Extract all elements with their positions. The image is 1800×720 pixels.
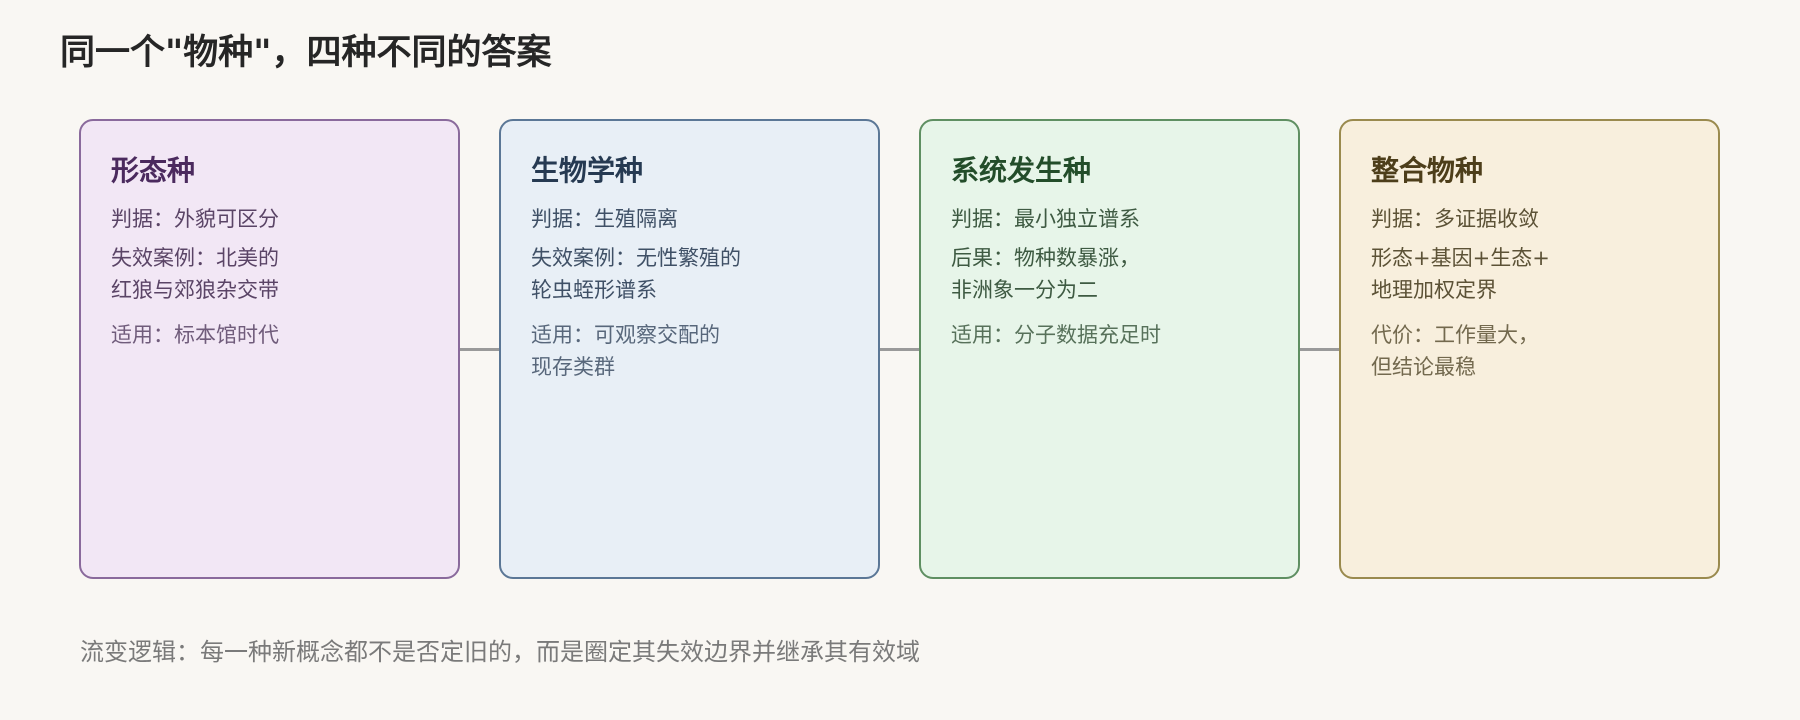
card-detail: 失效案例：无性繁殖的 轮虫蛭形谱系 bbox=[531, 246, 741, 302]
card-criterion: 判据：多证据收敛 bbox=[1371, 207, 1539, 231]
card-criterion: 判据：最小独立谱系 bbox=[951, 207, 1140, 231]
diagram-page: 同一个"物种"，四种不同的答案 形态种 判据：外貌可区分 失效案例：北美的 红狼… bbox=[0, 0, 1800, 720]
card-criterion: 判据：生殖隔离 bbox=[531, 207, 678, 231]
card-title: 整合物种 bbox=[1371, 154, 1484, 187]
connector-3-4 bbox=[1300, 348, 1339, 351]
card-morphological-species: 形态种 判据：外貌可区分 失效案例：北美的 红狼与郊狼杂交带 适用：标本馆时代 bbox=[79, 119, 460, 579]
card-title: 形态种 bbox=[111, 154, 196, 187]
card-detail: 形态+基因+生态+ 地理加权定界 bbox=[1371, 246, 1550, 302]
page-title: 同一个"物种"，四种不同的答案 bbox=[60, 33, 552, 73]
card-phylogenetic-species: 系统发生种 判据：最小独立谱系 后果：物种数暴涨， 非洲象一分为二 适用：分子数… bbox=[919, 119, 1300, 579]
card-title: 生物学种 bbox=[531, 154, 644, 187]
card-biological-species: 生物学种 判据：生殖隔离 失效案例：无性繁殖的 轮虫蛭形谱系 适用：可观察交配的… bbox=[499, 119, 880, 579]
card-detail: 失效案例：北美的 红狼与郊狼杂交带 bbox=[111, 246, 279, 302]
card-note: 适用：分子数据充足时 bbox=[951, 323, 1161, 347]
card-note: 代价：工作量大， 但结论最稳 bbox=[1371, 323, 1539, 379]
card-note: 适用：可观察交配的 现存类群 bbox=[531, 323, 720, 379]
footer-summary: 流变逻辑：每一种新概念都不是否定旧的，而是圈定其失效边界并继承其有效域 bbox=[80, 638, 920, 666]
card-note: 适用：标本馆时代 bbox=[111, 323, 279, 347]
connector-2-3 bbox=[880, 348, 919, 351]
card-integrative-species: 整合物种 判据：多证据收敛 形态+基因+生态+ 地理加权定界 代价：工作量大， … bbox=[1339, 119, 1720, 579]
card-title: 系统发生种 bbox=[951, 154, 1092, 187]
card-criterion: 判据：外貌可区分 bbox=[111, 207, 279, 231]
connector-1-2 bbox=[460, 348, 499, 351]
card-detail: 后果：物种数暴涨， 非洲象一分为二 bbox=[951, 246, 1140, 302]
